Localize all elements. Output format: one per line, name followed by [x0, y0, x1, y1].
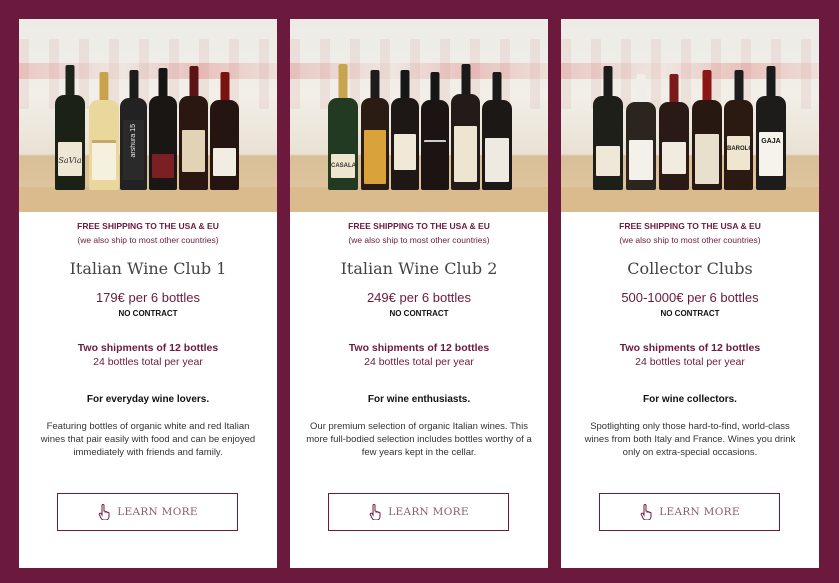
- bottle-label-text: CASALA: [331, 163, 356, 169]
- shipping-note: (we also ship to most other countries): [619, 235, 761, 245]
- shipments-info: Two shipments of 12 bottles: [77, 342, 219, 354]
- contract-note: NO CONTRACT: [660, 309, 720, 318]
- bottle-label-text: SaVia: [58, 156, 82, 165]
- price: 500-1000€ per 6 bottles: [621, 290, 759, 305]
- bottle-label-text: GAJA: [761, 138, 781, 145]
- learn-more-button[interactable]: LEARN MORE: [599, 493, 780, 531]
- contract-note: NO CONTRACT: [118, 309, 178, 318]
- bottle-label-text: arshura 15: [130, 124, 137, 158]
- wine-club-card-2: CASALA FREE SHIPPING TO THE USA & EU (we…: [290, 19, 548, 568]
- card-title: Collector Clubs: [627, 259, 753, 278]
- bottle-label-text: BAROLO: [727, 146, 753, 152]
- price: 179€ per 6 bottles: [95, 290, 201, 305]
- bottles-total: 24 bottles total per year: [364, 356, 474, 368]
- learn-more-label: LEARN MORE: [659, 506, 740, 518]
- audience-tagline: For wine enthusiasts.: [367, 394, 471, 405]
- bottles-total: 24 bottles total per year: [93, 356, 203, 368]
- audience-tagline: For wine collectors.: [643, 394, 737, 405]
- learn-more-button[interactable]: LEARN MORE: [57, 493, 238, 531]
- card-title: Italian Wine Club 2: [340, 259, 498, 278]
- wine-bottles-photo: BAROLO GAJA: [561, 19, 819, 212]
- pointer-hand-icon: [640, 504, 652, 520]
- learn-more-label: LEARN MORE: [117, 506, 198, 518]
- shipping-headline: FREE SHIPPING TO THE USA & EU: [77, 221, 219, 231]
- shipping-headline: FREE SHIPPING TO THE USA & EU: [348, 221, 490, 231]
- card-description: Spotlighting only those hard-to-find, wo…: [584, 421, 796, 458]
- wine-bottles-photo: SaVia arshura 15: [19, 19, 277, 212]
- card-description: Featuring bottles of organic white and r…: [40, 421, 256, 458]
- price: 249€ per 6 bottles: [366, 290, 472, 305]
- shipments-info: Two shipments of 12 bottles: [348, 342, 490, 354]
- wine-club-card-1: SaVia arshura 15 FREE SHIPPING TO THE US…: [19, 19, 277, 568]
- card-description: Our premium selection of organic Italian…: [306, 421, 532, 458]
- learn-more-label: LEARN MORE: [388, 506, 469, 518]
- card-title: Italian Wine Club 1: [69, 259, 227, 278]
- pointer-hand-icon: [369, 504, 381, 520]
- wine-bottles-photo: CASALA: [290, 19, 548, 212]
- contract-note: NO CONTRACT: [389, 309, 449, 318]
- shipping-note: (we also ship to most other countries): [348, 235, 490, 245]
- shipments-info: Two shipments of 12 bottles: [619, 342, 761, 354]
- shipping-headline: FREE SHIPPING TO THE USA & EU: [619, 221, 761, 231]
- audience-tagline: For everyday wine lovers.: [86, 394, 210, 405]
- shipping-note: (we also ship to most other countries): [77, 235, 219, 245]
- wine-club-card-3: BAROLO GAJA FREE SHIPPING TO THE USA & E…: [561, 19, 819, 568]
- learn-more-button[interactable]: LEARN MORE: [328, 493, 509, 531]
- pointer-hand-icon: [98, 504, 110, 520]
- bottles-total: 24 bottles total per year: [635, 356, 745, 368]
